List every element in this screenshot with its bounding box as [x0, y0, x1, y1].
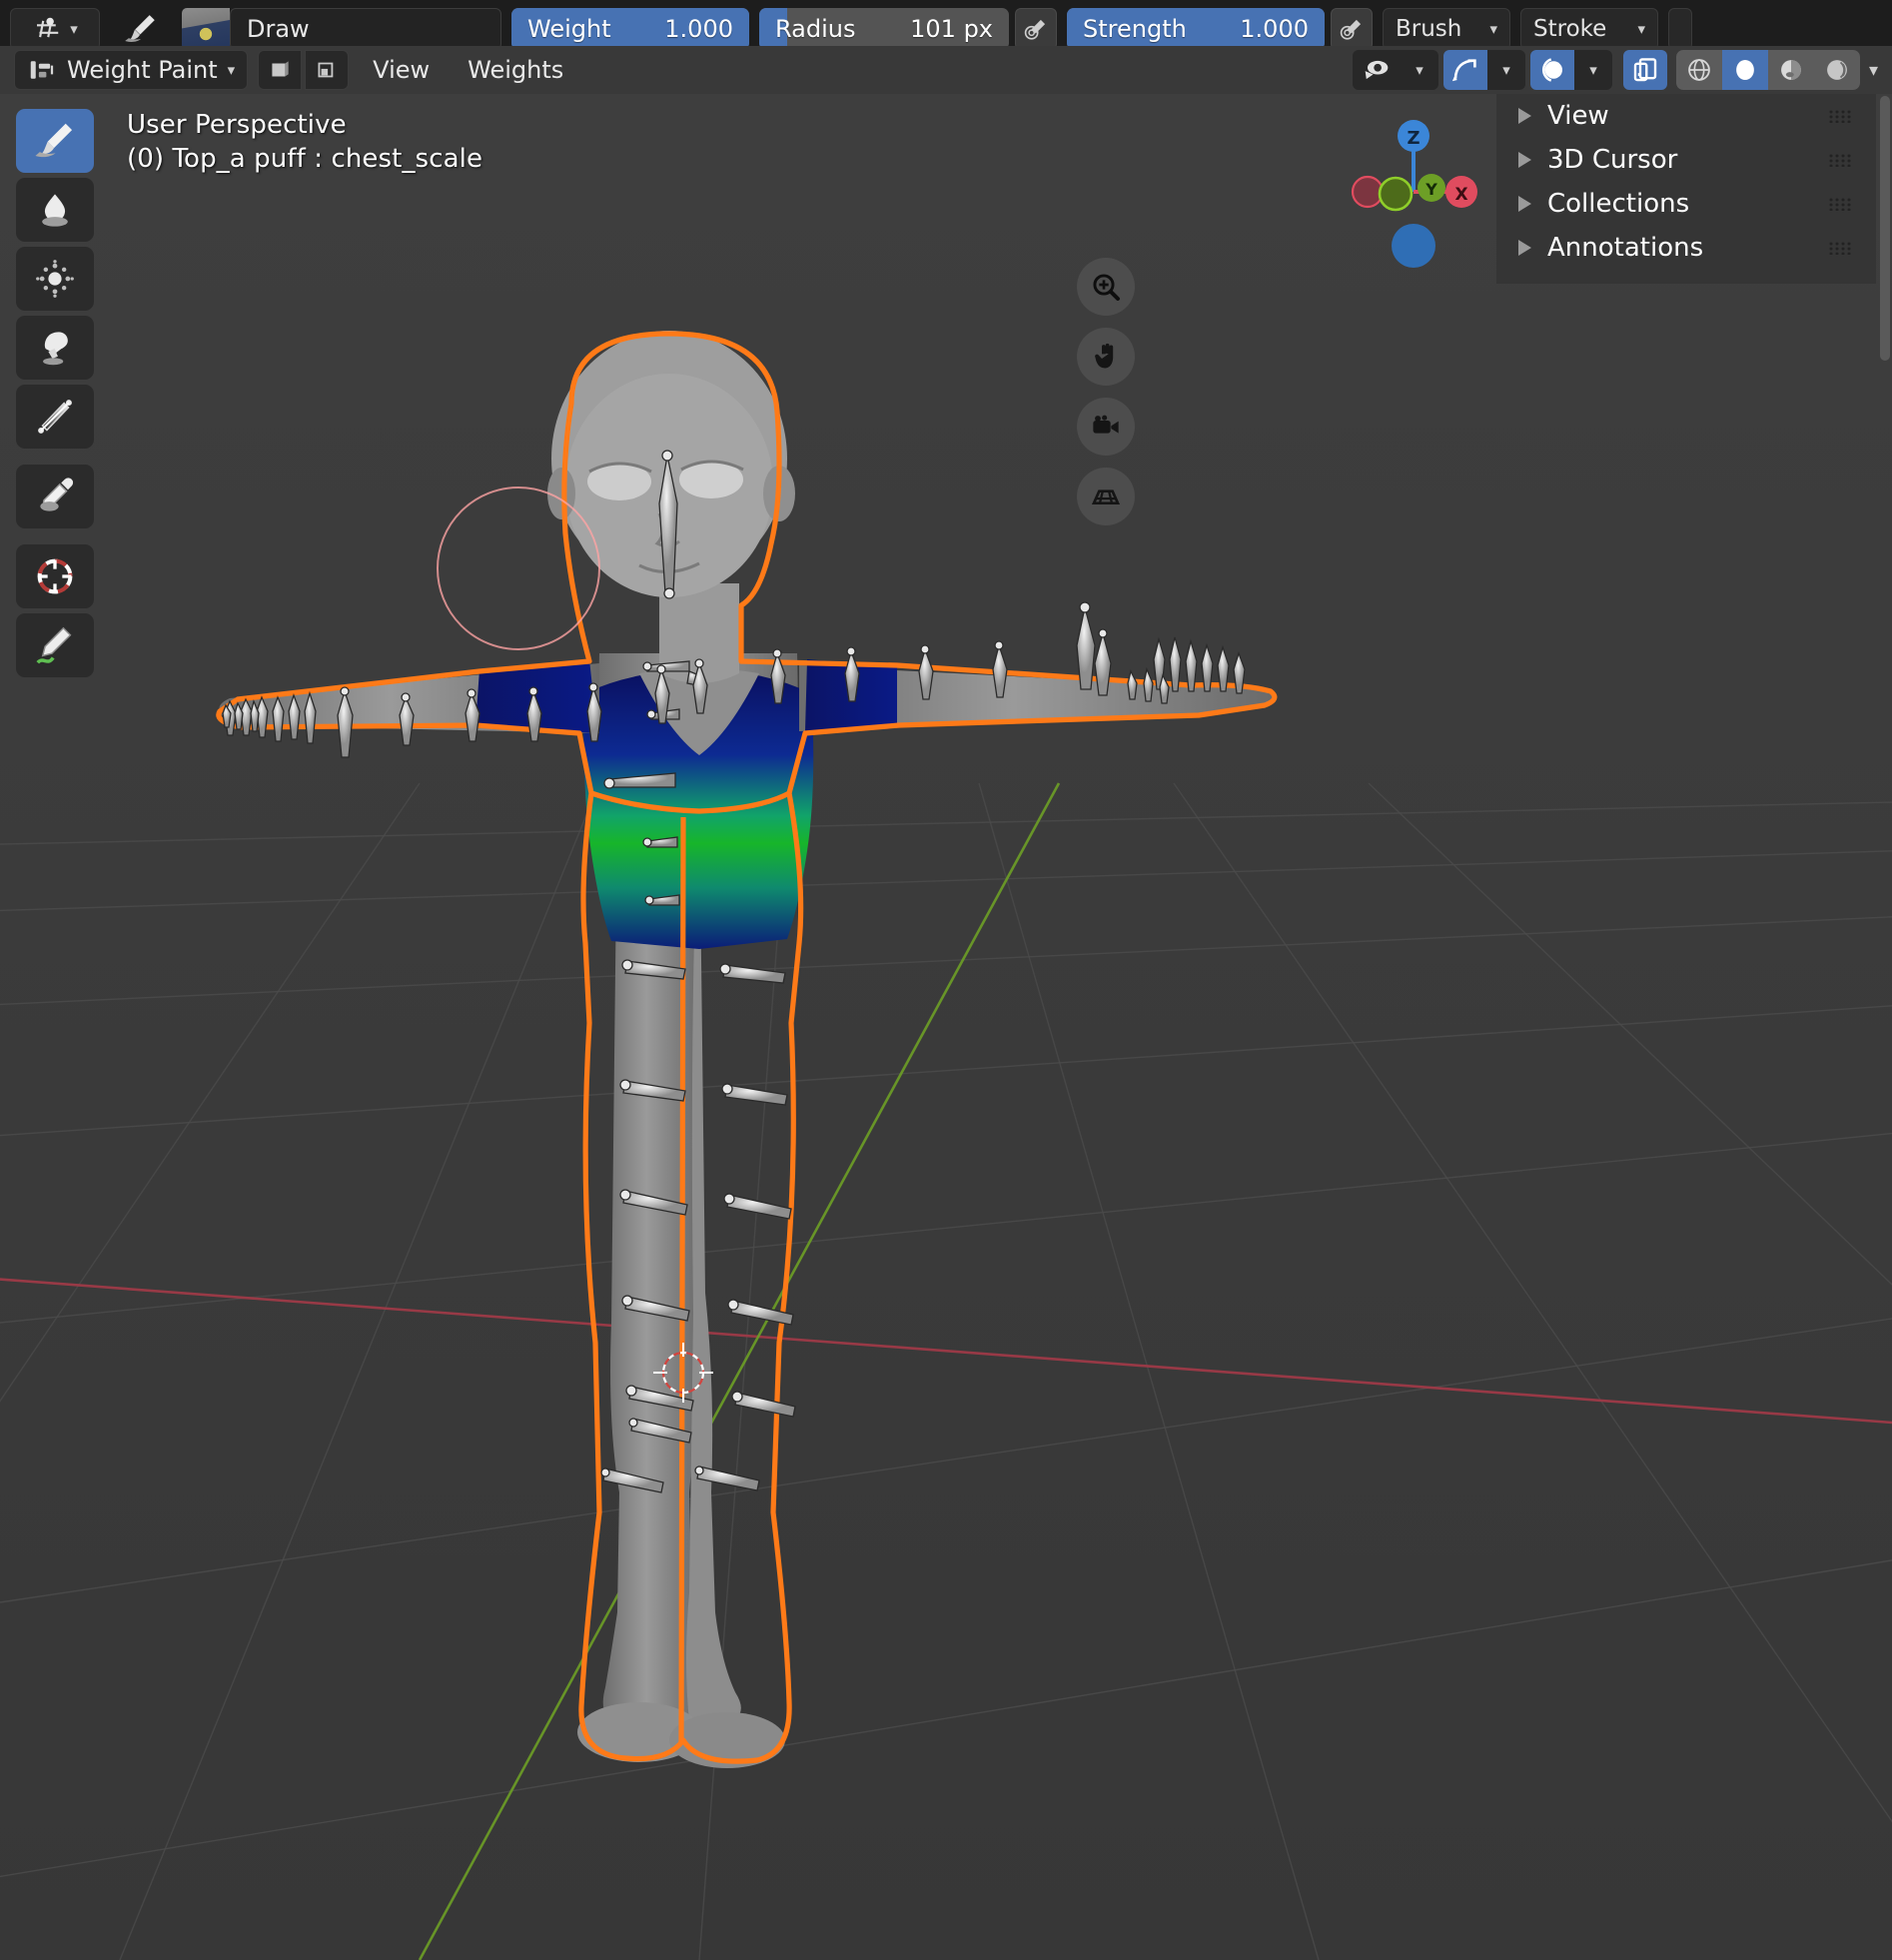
brush-menu-label: Brush: [1396, 16, 1462, 42]
toggle-perspective-orthographic-icon[interactable]: [1077, 468, 1135, 525]
brush-menu-button[interactable]: Brush ▾: [1383, 8, 1510, 50]
3d-viewport[interactable]: User Perspective (0) Top_a puff : chest_…: [0, 94, 1892, 1960]
wireframe-shading-icon[interactable]: [1675, 50, 1722, 90]
snap-group: ▾: [1442, 50, 1525, 90]
menu-view[interactable]: View: [359, 50, 444, 90]
show-overlays-icon[interactable]: [1622, 50, 1667, 90]
svg-text:Z: Z: [1407, 128, 1419, 149]
shading-mode-group: [1675, 50, 1860, 90]
proportional-editing-group: ▾: [1529, 50, 1612, 90]
tool-smear[interactable]: [16, 316, 94, 380]
chevron-right-icon: [1518, 152, 1531, 168]
chevron-down-icon: ▾: [1489, 19, 1497, 38]
rendered-shading-icon[interactable]: [1813, 50, 1860, 90]
strength-slider-value: 1.000: [1240, 15, 1309, 43]
z-axis-negative-ball[interactable]: [1392, 224, 1435, 268]
tool-draw[interactable]: [16, 109, 94, 173]
svg-text:X: X: [1454, 185, 1467, 205]
panel-annotations[interactable]: Annotations: [1496, 226, 1876, 270]
menu-weights[interactable]: Weights: [454, 50, 577, 90]
radius-slider-label: Radius: [775, 15, 856, 43]
panel-3d-cursor[interactable]: 3D Cursor: [1496, 138, 1876, 182]
panel-drag-grip[interactable]: [1828, 197, 1854, 211]
brush-icon[interactable]: [110, 8, 172, 50]
panel-view[interactable]: View: [1496, 94, 1876, 138]
strength-pressure-icon[interactable]: [1331, 8, 1373, 50]
mode-selector-label: Weight Paint: [67, 56, 218, 84]
chevron-right-icon: [1518, 240, 1531, 256]
weight-slider[interactable]: Weight 1.000: [511, 8, 749, 50]
panel-collections-label: Collections: [1547, 189, 1690, 219]
sidebar-scrollbar[interactable]: [1880, 96, 1890, 361]
snap-magnet-icon[interactable]: [1442, 50, 1487, 90]
chevron-down-icon: ▾: [1637, 19, 1645, 38]
strength-slider[interactable]: Strength 1.000: [1067, 8, 1325, 50]
tool-cursor[interactable]: [16, 544, 94, 608]
stroke-menu-button[interactable]: Stroke ▾: [1520, 8, 1658, 50]
viewport-toolbar: [16, 109, 94, 677]
weight-paint-mode-icon: [30, 61, 54, 79]
radius-pressure-icon[interactable]: [1015, 8, 1057, 50]
tool-annotate[interactable]: [16, 613, 94, 677]
viewport-header: Weight Paint ▾ View Weights ▾ ▾ ▾ ▾: [0, 46, 1892, 94]
tool-sample-weight[interactable]: [16, 465, 94, 528]
visibility-icon[interactable]: [1352, 50, 1401, 90]
panel-drag-grip[interactable]: [1828, 241, 1854, 255]
panel-collections[interactable]: Collections: [1496, 182, 1876, 226]
proportional-editing-icon[interactable]: [1529, 50, 1574, 90]
tool-settings-overflow[interactable]: [1668, 8, 1692, 50]
navigation-gizmo[interactable]: Z Y X: [1339, 112, 1488, 222]
panel-drag-grip[interactable]: [1828, 109, 1854, 123]
viewport-object-info: (0) Top_a puff : chest_scale: [127, 144, 483, 174]
svg-text:Y: Y: [1424, 180, 1437, 199]
y-axis-negative: [1378, 176, 1414, 212]
brush-name-field[interactable]: Draw: [230, 8, 501, 50]
brush-preview-thumbnail[interactable]: [182, 8, 230, 50]
viewport-nav-buttons: [1077, 258, 1135, 525]
viewport-grid: [0, 94, 1892, 1960]
chevron-down-icon: ▾: [70, 19, 78, 38]
move-view-icon[interactable]: [1077, 328, 1135, 386]
tool-average[interactable]: [16, 247, 94, 311]
radius-slider[interactable]: Radius 101 px: [759, 8, 1009, 50]
panel-view-label: View: [1547, 101, 1609, 131]
solid-shading-icon[interactable]: [1721, 50, 1768, 90]
tool-gradient[interactable]: [16, 385, 94, 449]
visibility-dropdown-chevron-icon[interactable]: ▾: [1400, 50, 1438, 90]
weight-slider-value: 1.000: [664, 15, 733, 43]
panel-annotations-label: Annotations: [1547, 233, 1704, 263]
proportional-editing-dropdown-chevron-icon[interactable]: ▾: [1573, 50, 1612, 90]
panel-drag-grip[interactable]: [1828, 153, 1854, 167]
face-selection-masking-icon[interactable]: [305, 50, 350, 90]
x-axis-negative: [1351, 175, 1385, 209]
vertex-selection-masking-icon[interactable]: [258, 50, 303, 90]
viewport-perspective-label: User Perspective: [127, 110, 347, 140]
header-right-controls: ▾ ▾ ▾ ▾: [1352, 50, 1878, 90]
header-overflow-chevron-icon[interactable]: ▾: [1865, 60, 1878, 81]
zoom-view-icon[interactable]: [1077, 258, 1135, 316]
stroke-menu-label: Stroke: [1533, 16, 1607, 42]
strength-slider-label: Strength: [1083, 15, 1187, 43]
snap-dropdown-chevron-icon[interactable]: ▾: [1486, 50, 1525, 90]
sidebar-n-panel: View 3D Cursor Collections Annotations: [1496, 94, 1876, 284]
panel-3d-cursor-label: 3D Cursor: [1547, 145, 1678, 175]
mode-selector[interactable]: Weight Paint ▾: [14, 50, 249, 90]
chevron-right-icon: [1518, 108, 1531, 124]
chevron-right-icon: [1518, 196, 1531, 212]
tool-blur[interactable]: [16, 178, 94, 242]
blender-window: ▾ Draw Weight 1.000 Radius 101 px Streng…: [0, 0, 1892, 1960]
brush-radius-cursor: [437, 487, 600, 650]
material-preview-shading-icon[interactable]: [1767, 50, 1814, 90]
weight-slider-label: Weight: [527, 15, 611, 43]
selection-masking-toggles: [258, 50, 350, 90]
camera-view-icon[interactable]: [1077, 398, 1135, 456]
radius-slider-value: 101 px: [910, 15, 993, 43]
visibility-group: ▾: [1352, 50, 1438, 90]
chevron-down-icon: ▾: [227, 60, 236, 79]
brush-falloff-icon[interactable]: ▾: [10, 8, 100, 50]
